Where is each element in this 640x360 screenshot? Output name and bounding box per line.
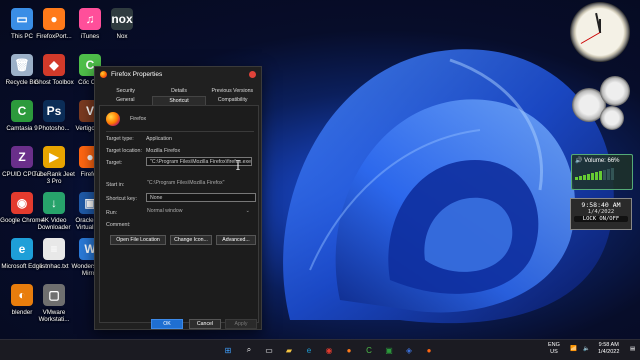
chrome-icon[interactable]: ◉ [323, 344, 335, 356]
speaker-icon: 🔊 [575, 158, 583, 164]
desktop-icon[interactable]: ▢ VMware Workstati... [32, 280, 76, 340]
language-indicator[interactable]: ENG US [548, 342, 560, 356]
target-location-value: Mozilla Firefox [146, 148, 181, 154]
tab-previous-versions[interactable]: Previous Versions [206, 87, 259, 96]
properties-dialog: Firefox Properties Security Details Prev… [94, 66, 262, 330]
dialog-titlebar[interactable]: Firefox Properties [95, 67, 261, 82]
app-icon: ◆ [43, 54, 65, 76]
app-icon: ▭ [11, 8, 33, 30]
tray-date: 1/4/2022 [598, 349, 620, 355]
firefox-icon [100, 71, 107, 78]
language-code: ENG [548, 342, 560, 348]
tab-compatibility[interactable]: Compatibility [206, 96, 259, 105]
taskbar: ⊞ ⌕ ▭ ▰ e ◉ ● C ▣ ◈ ● ENG US 📶 🔈 9:58 AM… [0, 339, 640, 360]
app-icon: nox [111, 8, 133, 30]
desktop-icon-label: VMware Workstati... [38, 309, 70, 323]
app-icon: ♫ [79, 8, 101, 30]
desktop-icon-label: listnhac.txt [39, 263, 69, 270]
app-icon: 🗑 [11, 54, 33, 76]
app-name: Firefox [130, 116, 147, 122]
lock-toggle[interactable]: LOCK ON/OFF [574, 216, 628, 222]
start-in-field[interactable]: "C:\Program Files\Mozilla Firefox" [144, 179, 252, 188]
ok-button[interactable]: OK [151, 319, 183, 329]
tray-time: 9:58 AM [598, 342, 619, 348]
file-explorer-icon[interactable]: ▰ [283, 344, 295, 356]
divider [106, 131, 254, 132]
desktop-icon-label: Photosho... [38, 125, 70, 132]
desktop-icon-label: blender [11, 309, 33, 316]
chevron-down-icon: ⌄ [245, 208, 250, 214]
region-code: US [550, 349, 558, 355]
edge-icon[interactable]: e [303, 344, 315, 356]
volume-bars [575, 168, 629, 180]
change-icon-button[interactable]: Change Icon... [170, 235, 212, 245]
shortcut-key-field[interactable]: None [146, 193, 256, 202]
tab-shortcut[interactable]: Shortcut [151, 96, 207, 105]
close-button[interactable] [249, 71, 256, 78]
digital-time: 9:58:40 AM [581, 201, 621, 209]
wifi-icon[interactable]: 📶 [570, 346, 577, 353]
volume-label: Volume: 66% [584, 158, 620, 164]
app-icon: Ps [43, 100, 65, 122]
target-type-value: Application [146, 136, 172, 142]
firefox-app-icon [106, 112, 120, 126]
volume-gadget[interactable]: 🔊 Volume: 66% [571, 154, 633, 190]
camtasia-icon[interactable]: ▣ [383, 344, 395, 356]
task-view-icon[interactable]: ▭ [263, 344, 275, 356]
desktop-icon-label: Nox [116, 33, 128, 40]
comment-field[interactable] [144, 219, 254, 228]
app-icon: ≡ [43, 238, 65, 260]
target-location-label: Target location: [106, 148, 142, 154]
desktop-icon-label: FirefoxPort... [36, 33, 72, 40]
ram-gauge-gadget[interactable] [600, 76, 630, 106]
text-cursor-icon [236, 160, 240, 170]
cancel-button[interactable]: Cancel [189, 319, 221, 329]
shortcut-panel: Firefox Target type: Application Target … [99, 105, 259, 323]
advanced-button[interactable]: Advanced... [216, 235, 256, 245]
tab-general[interactable]: General [99, 96, 152, 105]
shortcut-key-label: Shortcut key: [106, 196, 137, 202]
apply-button[interactable]: Apply [225, 319, 257, 329]
start-button[interactable]: ⊞ [222, 344, 234, 356]
app-icon: ◐ [11, 284, 33, 306]
tray-clock[interactable]: 9:58 AM 1/4/2022 [598, 342, 619, 356]
tab-security[interactable]: Security [99, 87, 152, 96]
speaker-tray-icon[interactable]: 🔈 [583, 346, 590, 353]
digital-clock-gadget[interactable]: 9:58:40 AM 1/4/2022 LOCK ON/OFF [570, 198, 632, 230]
disk-gauge-gadget[interactable] [600, 106, 624, 130]
app-icon: C [11, 100, 33, 122]
run-label: Run: [106, 210, 118, 216]
comment-label: Comment: [106, 222, 131, 228]
app-icon: ↓ [43, 192, 65, 214]
app-icon: Z [11, 146, 33, 168]
app-icon: ◉ [11, 192, 33, 214]
run-value: Normal window [147, 208, 183, 214]
app-icon: ▢ [43, 284, 65, 306]
app-icon: e [11, 238, 33, 260]
open-file-location-button[interactable]: Open File Location [110, 235, 166, 245]
target-type-label: Target type: [106, 136, 134, 142]
notification-icon[interactable]: ▤ [630, 346, 635, 353]
target-label: Target: [106, 160, 123, 166]
store-icon[interactable]: ◈ [403, 344, 415, 356]
desktop-icon-label: This PC [10, 33, 33, 40]
app-icon: ▶ [43, 146, 65, 168]
digital-date: 1/4/2022 [587, 209, 615, 215]
desktop-icon-label: iTunes [80, 33, 100, 40]
analog-clock-gadget[interactable] [570, 2, 630, 62]
dialog-title: Firefox Properties [111, 71, 163, 78]
tab-details[interactable]: Details [152, 87, 205, 96]
firefox-taskbar-icon[interactable]: ● [343, 344, 355, 356]
coccoc-icon[interactable]: C [363, 344, 375, 356]
run-select[interactable]: Normal window ⌄ [144, 207, 254, 216]
start-in-label: Start in: [106, 182, 125, 188]
second-hand [580, 32, 601, 44]
tab-strip: Security Details Previous Versions Gener… [99, 87, 259, 105]
firefox-running-icon[interactable]: ● [423, 344, 435, 356]
app-icon: ● [43, 8, 65, 30]
search-icon[interactable]: ⌕ [243, 344, 255, 356]
